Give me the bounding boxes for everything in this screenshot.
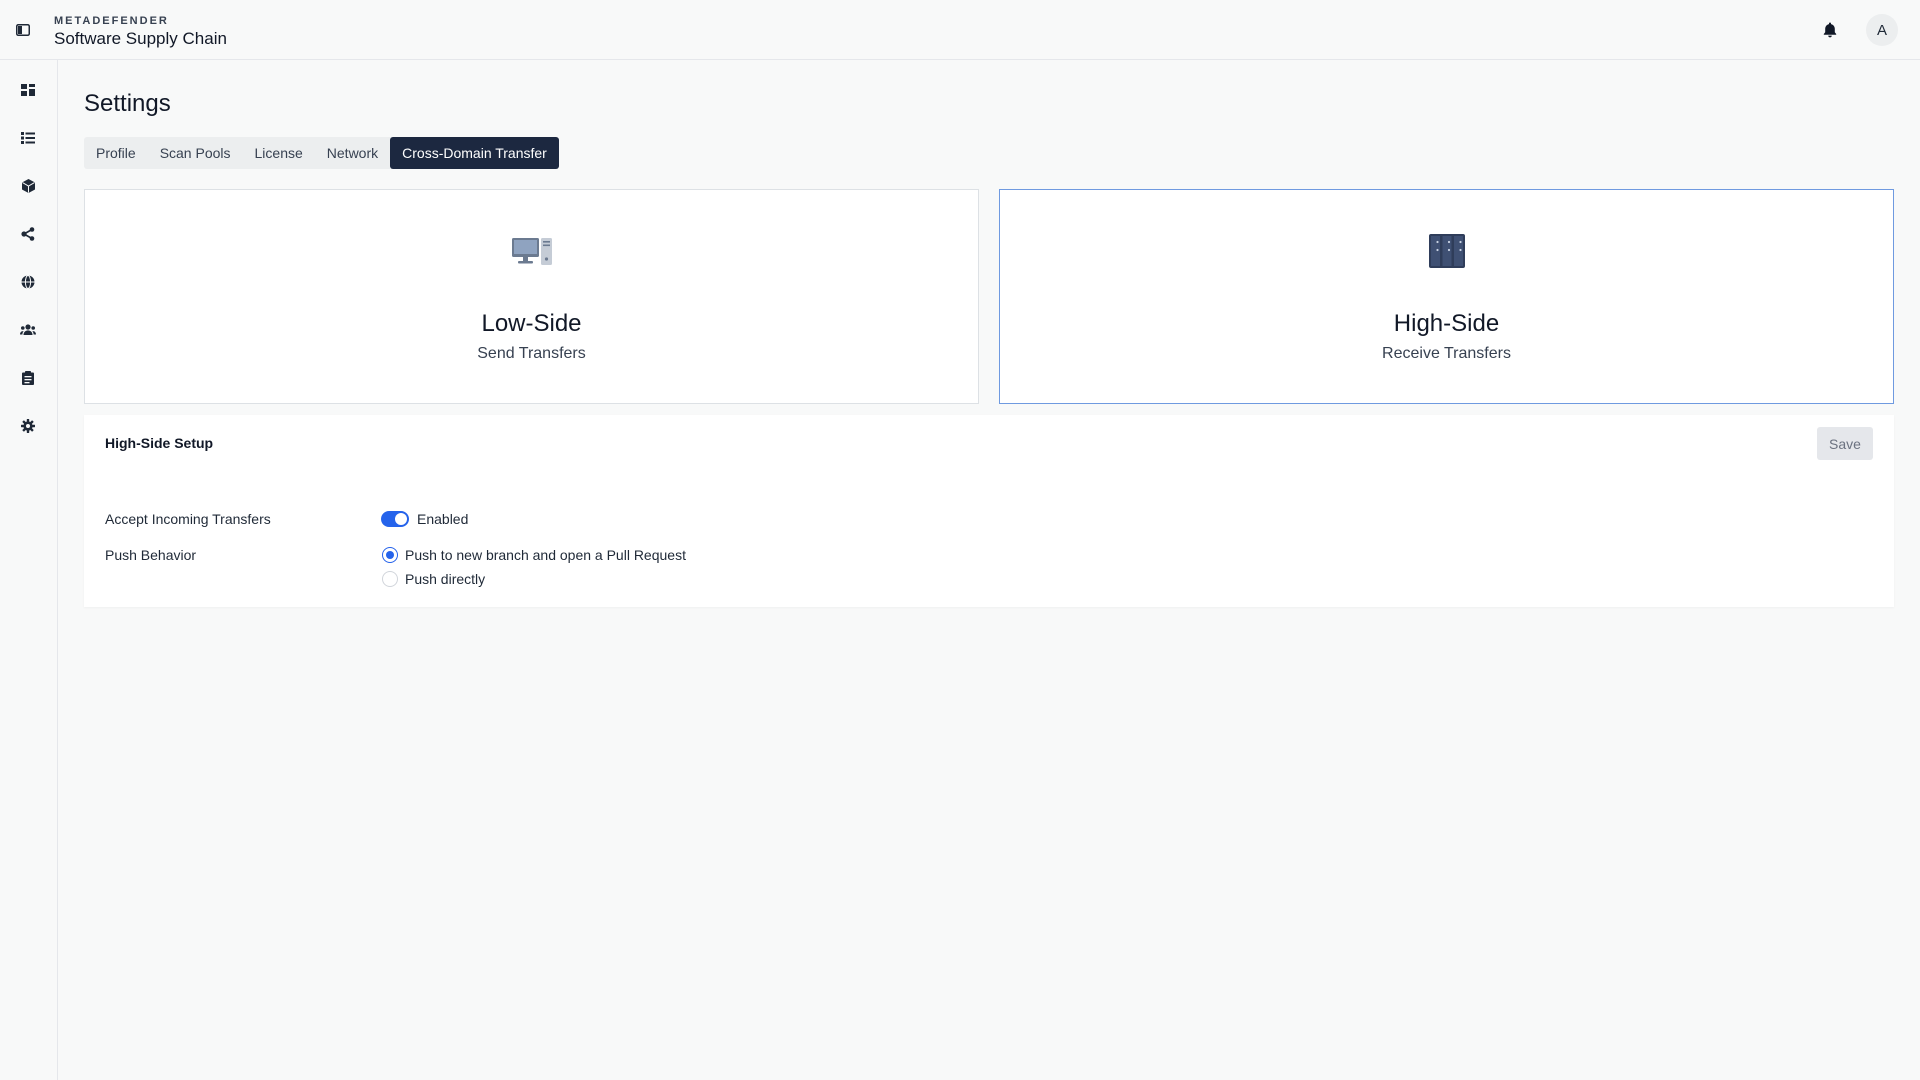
accept-transfers-state: Enabled — [417, 511, 469, 527]
low-side-subtitle: Send Transfers — [477, 345, 586, 362]
push-directly-radio[interactable] — [382, 571, 398, 587]
tab-network[interactable]: Network — [315, 137, 390, 169]
high-side-subtitle: Receive Transfers — [1382, 345, 1511, 362]
push-branch-pr-radio[interactable] — [382, 547, 398, 563]
accept-transfers-label: Accept Incoming Transfers — [105, 511, 271, 527]
brand: METADEFENDER Software Supply Chain — [54, 15, 227, 50]
page-title: Settings — [84, 90, 171, 117]
tab-scan-pools[interactable]: Scan Pools — [148, 137, 243, 169]
sidebar — [0, 60, 58, 1080]
list-icon[interactable] — [18, 128, 38, 148]
high-side-setup-panel: High-Side Setup Save Accept Incoming Tra… — [84, 415, 1894, 607]
desktop-computer-icon — [511, 230, 553, 272]
users-icon[interactable] — [18, 320, 38, 340]
high-side-card[interactable]: High-Side Receive Transfers — [999, 189, 1894, 404]
push-branch-pr-label[interactable]: Push to new branch and open a Pull Reque… — [405, 547, 686, 563]
globe-icon[interactable] — [18, 272, 38, 292]
tab-profile[interactable]: Profile — [84, 137, 148, 169]
high-side-title: High-Side — [1393, 310, 1500, 337]
sidebar-toggle-icon[interactable] — [14, 21, 32, 39]
low-side-card[interactable]: Low-Side Send Transfers — [84, 189, 979, 404]
package-icon[interactable] — [18, 176, 38, 196]
brand-supertitle: METADEFENDER — [54, 15, 169, 27]
push-directly-label[interactable]: Push directly — [405, 571, 485, 587]
brand-title: Software Supply Chain — [54, 29, 227, 48]
share-nodes-icon[interactable] — [18, 224, 38, 244]
dashboard-icon[interactable] — [18, 80, 38, 100]
server-rack-icon — [1426, 230, 1468, 272]
accept-transfers-toggle[interactable] — [381, 511, 409, 527]
gear-icon[interactable] — [18, 416, 38, 436]
low-side-title: Low-Side — [481, 310, 582, 337]
settings-tabs: Profile Scan Pools License Network Cross… — [84, 137, 559, 169]
save-button[interactable]: Save — [1817, 427, 1873, 460]
push-behavior-label: Push Behavior — [105, 547, 197, 563]
tab-license[interactable]: License — [243, 137, 315, 169]
setup-title: High-Side Setup — [105, 435, 214, 451]
tab-cross-domain-transfer[interactable]: Cross-Domain Transfer — [390, 137, 559, 169]
toggle-knob — [395, 513, 407, 525]
user-avatar[interactable]: A — [1866, 14, 1898, 46]
clipboard-icon[interactable] — [18, 368, 38, 388]
top-header: METADEFENDER Software Supply Chain A — [0, 0, 1920, 60]
bell-icon[interactable] — [1820, 20, 1840, 40]
